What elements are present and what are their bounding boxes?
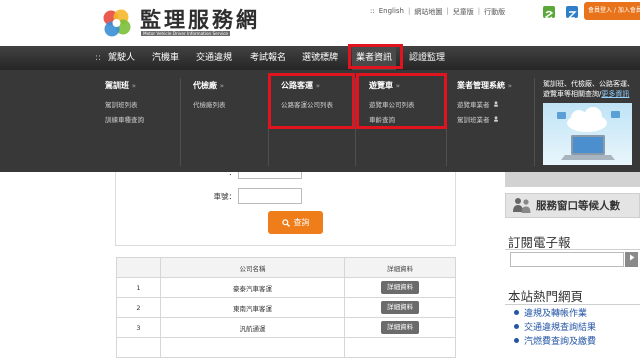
plate-input[interactable]	[238, 188, 302, 204]
menu-link-driving-school-list[interactable]: 駕訓班列表	[105, 99, 183, 109]
menu-title-driving-school[interactable]: 駕訓班 »	[105, 80, 183, 94]
chevron-right-icon: »	[219, 82, 225, 90]
top-links: :: English | 網站地圖 | 兒童版 | 行動版	[370, 7, 505, 17]
nav-item-exam-registration[interactable]: 考試報名	[250, 46, 286, 70]
green-share-icon[interactable]	[543, 6, 555, 20]
popular-pages-heading: 本站熱門網頁	[508, 289, 584, 304]
sitemap-link[interactable]: 網站地圖	[414, 7, 442, 17]
highlight-box-nav	[348, 44, 403, 69]
blue-translate-icon[interactable]	[566, 6, 578, 19]
logo-subtitle: Motor Vehicle Driver Information Service	[141, 31, 231, 36]
nav-prefix: ::	[95, 53, 102, 63]
kids-version-link[interactable]: 兒童版	[453, 7, 474, 17]
company-name: 東南汽車客運	[159, 297, 346, 318]
nav-item-driver[interactable]: 駕駛人	[108, 46, 135, 70]
table-row: 1 豪泰汽車客運 詳細資料	[116, 277, 456, 298]
company-name	[159, 337, 346, 358]
sidebar-top-bar	[505, 172, 640, 187]
row-index: 1	[116, 277, 161, 298]
detail-cell	[344, 337, 456, 358]
column-header-detail: 詳細資料	[344, 257, 456, 278]
logo-icon[interactable]	[100, 7, 132, 39]
service-queue-box[interactable]: 服務窗口等候人數	[505, 193, 640, 218]
popular-page-link[interactable]: 汽燃費查詢及繳費	[514, 334, 596, 347]
table-row: 3 汎航通運 詳細資料	[116, 317, 456, 338]
detail-button[interactable]: 詳細資料	[381, 281, 420, 294]
column-header-company: 公司名稱	[159, 257, 346, 278]
menu-column-inspection-station: 代檢廠 » 代檢廠列表	[193, 80, 271, 109]
divider	[505, 304, 640, 305]
newsletter-email-input[interactable]	[510, 252, 624, 267]
nav-item-vehicle[interactable]: 汽機車	[152, 46, 179, 70]
menu-column-driving-school: 駕訓班 » 駕訓班列表 訓練車種查詢	[105, 80, 183, 124]
mobile-version-link[interactable]: 行動版	[484, 7, 505, 17]
service-queue-label: 服務窗口等候人數	[536, 200, 620, 212]
bullet-icon	[514, 310, 519, 315]
detail-cell: 詳細資料	[344, 277, 456, 298]
row-index: 3	[116, 317, 161, 338]
promo-more-link[interactable]: 更多資訊	[601, 90, 629, 98]
company-name: 豪泰汽車客運	[159, 277, 346, 298]
cloud-laptop-illustration[interactable]	[543, 103, 632, 165]
detail-cell: 詳細資料	[344, 297, 456, 318]
menu-link-training-vehicle-query[interactable]: 訓練車種查詢	[105, 114, 183, 124]
results-table: 公司名稱 詳細資料 1 豪泰汽車客運 詳細資料 2 東南汽車客運 詳細資料 3 …	[116, 257, 456, 358]
detail-cell: 詳細資料	[344, 317, 456, 338]
menu-title-inspection-station[interactable]: 代檢廠 »	[193, 80, 271, 94]
highlight-box-tour-bus	[356, 73, 447, 129]
bullet-icon	[514, 324, 519, 329]
search-button[interactable]: 查詢	[268, 211, 323, 234]
newsletter-submit-button[interactable]	[625, 252, 638, 267]
top-links-prefix: ::	[370, 7, 375, 15]
menu-link-driving-school-operator[interactable]: 駕訓班業者	[457, 114, 535, 124]
chevron-right-icon: »	[507, 82, 513, 90]
popular-page-link[interactable]: 違規及轉帳作業	[514, 306, 587, 319]
table-row: 2 東南汽車客運 詳細資料	[116, 297, 456, 318]
company-name: 汎航通運	[159, 317, 346, 338]
site-header: 監理服務網 Motor Vehicle Driver Information S…	[0, 0, 640, 46]
separator: |	[408, 7, 411, 15]
row-index	[116, 337, 161, 358]
menu-link-tour-bus-operator[interactable]: 遊覽車業者	[457, 99, 535, 109]
menu-title-business-management[interactable]: 業者管理系統 »	[457, 80, 535, 94]
nav-item-certification[interactable]: 認證監理	[409, 46, 445, 70]
plate-label: 車號：	[213, 192, 237, 201]
search-button-label: 查詢	[293, 218, 310, 227]
promo-text: 駕訓班、代檢廠、公路客運、遊覽車等相關查詢/更多資訊	[543, 80, 634, 98]
menu-link-inspection-station-list[interactable]: 代檢廠列表	[193, 99, 271, 109]
search-icon	[281, 218, 290, 227]
detail-button[interactable]: 詳細資料	[381, 321, 420, 334]
logo-title[interactable]: 監理服務網	[140, 4, 260, 34]
separator: |	[446, 7, 449, 15]
english-link[interactable]: English	[379, 7, 404, 17]
separator: |	[477, 7, 481, 15]
menu-column-business-management: 業者管理系統 » 遊覽車業者 駕訓班業者	[457, 80, 535, 124]
divider	[505, 249, 640, 250]
user-icon	[493, 101, 499, 109]
row-index: 2	[116, 297, 161, 318]
column-header-index	[116, 257, 161, 278]
table-header-row: 公司名稱 詳細資料	[116, 257, 456, 278]
nav-item-traffic-violation[interactable]: 交通違規	[196, 46, 232, 70]
popular-page-link[interactable]: 交通違規查詢結果	[514, 320, 596, 333]
detail-button[interactable]: 詳細資料	[381, 301, 420, 314]
member-login-button[interactable]: 會員登入 / 加入會員	[584, 2, 640, 20]
arrow-right-icon	[629, 254, 634, 261]
nav-item-plate-selection[interactable]: 選號標牌	[302, 46, 338, 70]
main-nav: :: 駕駛人 汽機車 交通違規 考試報名 選號標牌 業者資訊 認證監理	[0, 46, 640, 70]
user-icon	[493, 116, 499, 124]
table-row	[116, 337, 456, 358]
bullet-icon	[514, 338, 519, 343]
people-icon	[513, 198, 531, 213]
highlight-box-highway-bus	[268, 73, 355, 129]
chevron-right-icon: »	[131, 82, 137, 90]
